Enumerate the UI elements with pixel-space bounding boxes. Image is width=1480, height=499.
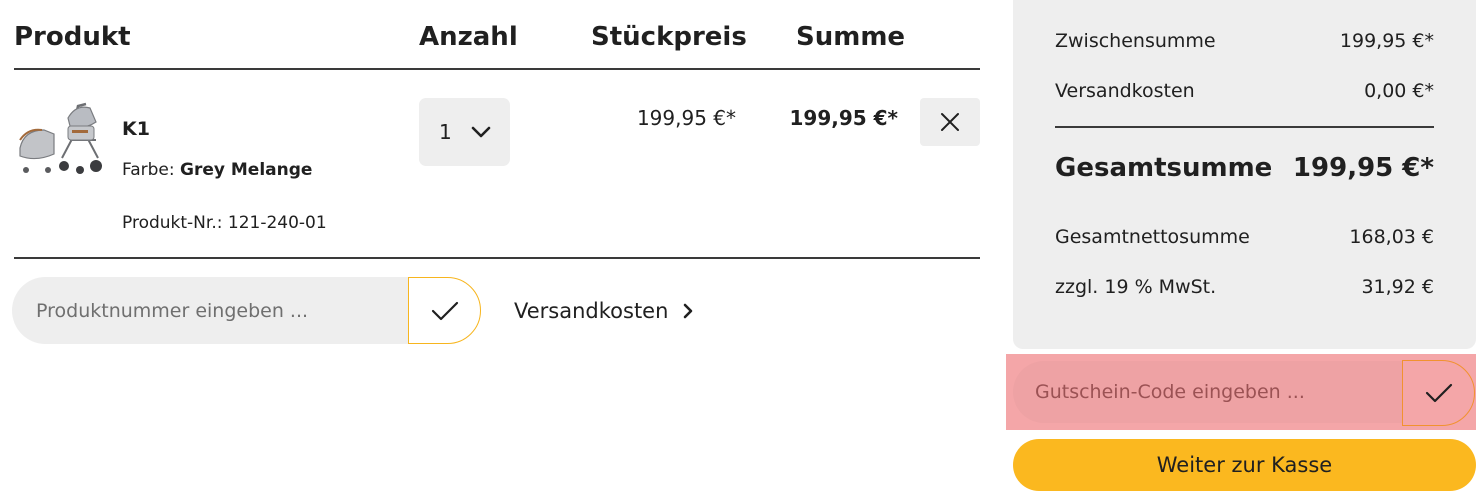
tax-label: zzgl. 19 % MwSt. (1055, 276, 1217, 298)
grand-total-row: Gesamtsumme 199,95 €* (1055, 153, 1434, 183)
order-summary: Zwischensumme 199,95 €* Versandkosten 0,… (1013, 0, 1476, 349)
column-header-product: Produkt (14, 22, 131, 52)
add-product-button[interactable] (408, 277, 481, 344)
summary-divider (1055, 126, 1434, 128)
subtotal-value: 199,95 €* (1339, 30, 1434, 52)
net-total-row: Gesamtnettosumme 168,03 € (1055, 226, 1434, 248)
product-color: Farbe: Grey Melange (122, 160, 312, 180)
product-name[interactable]: K1 (122, 118, 150, 140)
product-number-input[interactable] (12, 277, 442, 344)
shipping-costs-link[interactable]: Versandkosten (514, 299, 694, 323)
item-divider (14, 257, 980, 259)
column-header-quantity: Anzahl (419, 22, 518, 52)
voucher-form (1006, 354, 1476, 430)
chevron-down-icon (471, 126, 491, 138)
tax-row: zzgl. 19 % MwSt. 31,92 € (1055, 276, 1434, 298)
chevron-right-icon (684, 303, 693, 319)
add-product-form (12, 277, 481, 344)
column-header-total: Summe (796, 22, 906, 52)
net-total-label: Gesamtnettosumme (1055, 226, 1250, 248)
shipping-row: Versandkosten 0,00 €* (1055, 80, 1434, 102)
product-number-label: Produkt-Nr.: (122, 213, 223, 233)
header-divider (14, 68, 980, 70)
shipping-label: Versandkosten (1055, 80, 1195, 102)
product-color-value: Grey Melange (180, 160, 313, 180)
line-total: 199,95 €* (789, 106, 898, 130)
quantity-value: 1 (439, 120, 452, 144)
shipping-costs-link-label: Versandkosten (514, 299, 669, 323)
quantity-select[interactable]: 1 (419, 98, 510, 166)
subtotal-row: Zwischensumme 199,95 €* (1055, 30, 1434, 52)
product-color-label: Farbe: (122, 160, 175, 180)
subtotal-label: Zwischensumme (1055, 30, 1216, 52)
grand-total-value: 199,95 €* (1292, 153, 1434, 183)
product-number: Produkt-Nr.: 121-240-01 (122, 213, 327, 233)
stroller-image[interactable] (14, 100, 106, 182)
shipping-value: 0,00 €* (1364, 80, 1434, 102)
net-total-value: 168,03 € (1349, 226, 1434, 248)
unit-price: 199,95 €* (636, 106, 736, 130)
grand-total-label: Gesamtsumme (1055, 153, 1273, 183)
checkmark-icon (1425, 383, 1452, 403)
close-icon (941, 113, 959, 131)
checkmark-icon (431, 301, 458, 320)
product-number-value: 121-240-01 (227, 213, 327, 233)
column-header-unit-price: Stückpreis (591, 22, 747, 52)
voucher-code-input[interactable] (1013, 361, 1433, 423)
redeem-voucher-button[interactable] (1402, 360, 1475, 426)
remove-item-button[interactable] (920, 98, 980, 146)
tax-value: 31,92 € (1361, 276, 1434, 298)
checkout-button[interactable]: Weiter zur Kasse (1013, 439, 1476, 491)
